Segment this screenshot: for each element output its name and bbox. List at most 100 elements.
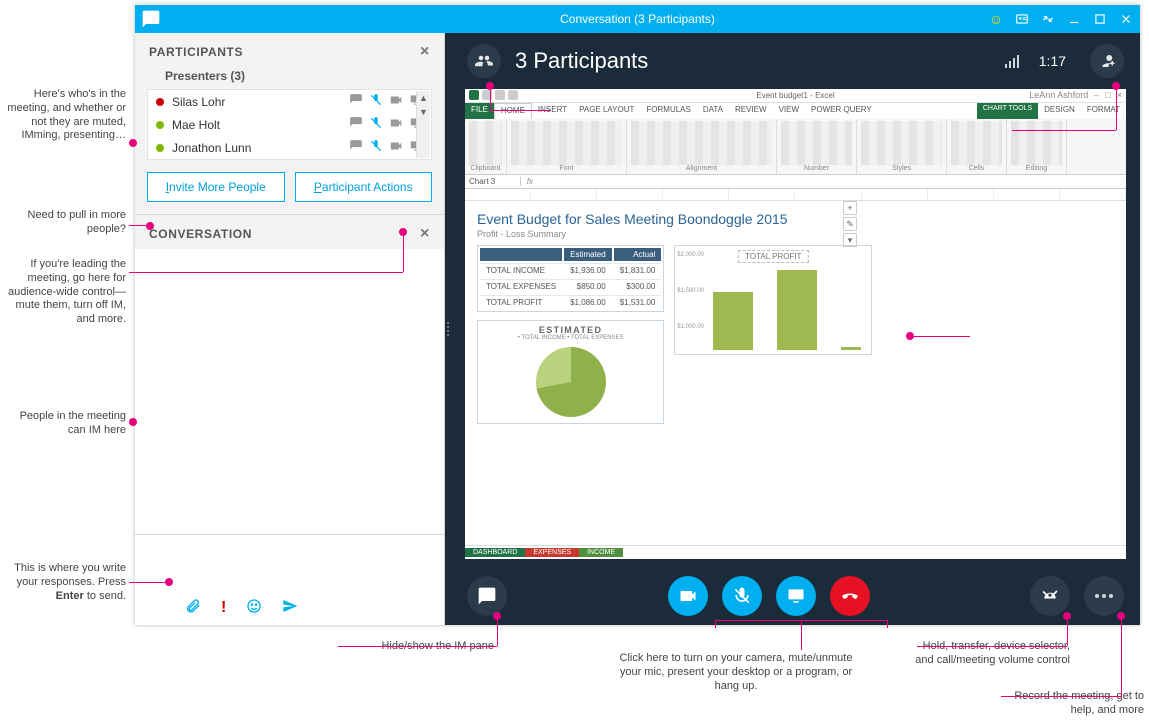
participants-heading: PARTICIPANTS × — [135, 33, 444, 67]
annotation-roster: Here's who's in the meeting, and whether… — [6, 88, 126, 143]
excel-tab[interactable]: FORMAT — [1081, 103, 1126, 119]
im-icon — [349, 139, 363, 156]
meeting-stage: 3 Participants 1:17 Event budget1 - Exce… — [451, 33, 1140, 625]
attach-icon[interactable] — [185, 598, 201, 617]
call-options-button[interactable] — [1030, 576, 1070, 616]
excel-tab[interactable]: DATA — [697, 103, 729, 119]
participants-list: Silas Lohr Mae Holt — [147, 89, 432, 160]
excel-titlebar: Event budget1 - Excel LeAnn Ashford –□× — [465, 89, 1126, 103]
call-timer: 1:17 — [1039, 53, 1066, 69]
excel-tab[interactable]: POWER QUERY — [805, 103, 878, 119]
excel-tab[interactable]: REVIEW — [729, 103, 773, 119]
annotation-dot — [906, 332, 914, 340]
excel-tab[interactable]: PAGE LAYOUT — [573, 103, 640, 119]
bar-chart: TOTAL PROFIT $2,000.00 $1,500.00 $1,000.… — [674, 245, 872, 355]
excel-ribbon: Clipboard Font Alignment Number Styles C… — [465, 119, 1126, 175]
annotation-invite: Need to pull in more people? — [6, 209, 126, 237]
excel-tab[interactable]: HOME — [494, 103, 532, 119]
participant-row[interactable]: Mae Holt — [148, 113, 431, 136]
emoji-picker-icon[interactable] — [246, 598, 262, 617]
participant-actions-button[interactable]: Participant Actions — [295, 172, 433, 202]
annotation-dot — [165, 578, 173, 586]
left-panel: PARTICIPANTS × Presenters (3) Silas Lohr — [135, 33, 445, 625]
im-icon — [349, 93, 363, 110]
annotation-dot — [146, 222, 154, 230]
annotation-dot — [486, 82, 494, 90]
conversation-history[interactable] — [135, 249, 444, 534]
stage-title: 3 Participants — [515, 48, 648, 74]
mic-muted-icon — [369, 116, 383, 133]
excel-tab[interactable]: FORMULAS — [640, 103, 696, 119]
participant-name: Jonathon Lunn — [172, 141, 349, 155]
participant-name: Silas Lohr — [172, 95, 349, 109]
signal-icon — [1005, 54, 1019, 68]
annotation-dot — [493, 612, 501, 620]
pie-chart — [536, 347, 606, 417]
participants-close-icon[interactable]: × — [420, 43, 430, 61]
annotation-device: Hold, transfer, device selector, and cal… — [910, 640, 1070, 668]
popout-icon[interactable] — [1040, 11, 1056, 27]
excel-sheet-tabs: DASHBOARD EXPENSES INCOME — [465, 545, 1126, 559]
conversation-close-icon[interactable]: × — [420, 225, 430, 243]
excel-subheading: Profit - Loss Summary — [477, 229, 1114, 239]
scrollbar[interactable]: ▲▼ — [416, 91, 430, 158]
importance-icon[interactable]: ! — [221, 599, 226, 617]
message-input[interactable] — [135, 535, 444, 591]
im-icon — [349, 116, 363, 133]
annotation-actions: If you're leading the meeting, go here f… — [6, 258, 126, 327]
annotation-im-area: People in the meeting can IM here — [6, 410, 126, 438]
participant-name: Mae Holt — [172, 118, 349, 132]
excel-tab[interactable]: DESIGN — [1038, 103, 1081, 119]
send-icon[interactable] — [282, 598, 298, 617]
contact-card-icon[interactable] — [1014, 11, 1030, 27]
annotation-dot — [129, 139, 137, 147]
participant-row[interactable]: Silas Lohr — [148, 90, 431, 113]
excel-formula-bar: Chart 3 fx — [465, 175, 1126, 189]
excel-app-icon — [469, 90, 479, 100]
minimize-icon[interactable] — [1066, 11, 1082, 27]
annotation-dot — [1117, 612, 1125, 620]
video-button[interactable] — [668, 576, 708, 616]
mic-muted-icon — [369, 139, 383, 156]
presenters-label: Presenters (3) — [135, 67, 444, 89]
invite-more-people-button[interactable]: Invite More People — [147, 172, 285, 202]
video-icon — [389, 139, 403, 156]
excel-ribbon-tabs: FILE HOME INSERT PAGE LAYOUT FORMULAS DA… — [465, 103, 1126, 119]
pie-legend: • TOTAL INCOME • TOTAL EXPENSES — [482, 335, 659, 341]
titlebar[interactable]: Conversation (3 Participants) ☺ — [135, 5, 1140, 33]
hangup-button[interactable] — [830, 576, 870, 616]
toggle-im-button[interactable] — [467, 576, 507, 616]
maximize-icon[interactable] — [1092, 11, 1108, 27]
pie-title: ESTIMATED — [482, 325, 659, 335]
excel-tab[interactable]: INSERT — [532, 103, 573, 119]
presence-icon — [156, 144, 164, 152]
excel-tab[interactable]: VIEW — [773, 103, 805, 119]
shared-content: Event budget1 - Excel LeAnn Ashford –□× … — [465, 89, 1126, 559]
excel-sheet: Event Budget for Sales Meeting Boondoggl… — [465, 189, 1126, 545]
annotation-dot — [129, 418, 137, 426]
roster-toggle-button[interactable] — [467, 44, 501, 78]
add-participant-button[interactable] — [1090, 44, 1124, 78]
call-controls-bar — [451, 567, 1140, 625]
excel-summary-table: EstimatedActual TOTAL INCOME$1,936.00$1,… — [477, 245, 664, 312]
annotation-compose: This is where you write your responses. … — [6, 562, 126, 603]
annotation-center-controls: Click here to turn on your camera, mute/… — [616, 652, 856, 693]
skype-meeting-window: Conversation (3 Participants) ☺ PARTICIP… — [135, 5, 1140, 625]
excel-context-header: CHART TOOLS — [977, 103, 1038, 119]
participant-row[interactable]: Jonathon Lunn — [148, 136, 431, 159]
mic-muted-icon — [369, 93, 383, 110]
present-button[interactable] — [776, 576, 816, 616]
more-button[interactable] — [1084, 576, 1124, 616]
skype-logo-icon — [141, 9, 161, 29]
mute-button[interactable] — [722, 576, 762, 616]
video-icon — [389, 116, 403, 133]
annotation-dot — [1063, 612, 1071, 620]
close-icon[interactable] — [1118, 11, 1134, 27]
video-icon — [389, 93, 403, 110]
chart-side-tools: +✎▾ — [843, 201, 857, 247]
conversation-heading: CONVERSATION × — [135, 215, 444, 249]
annotation-dot — [1112, 82, 1120, 90]
emoji-icon[interactable]: ☺ — [988, 11, 1004, 27]
presence-icon — [156, 98, 164, 106]
excel-heading: Event Budget for Sales Meeting Boondoggl… — [477, 211, 1114, 227]
